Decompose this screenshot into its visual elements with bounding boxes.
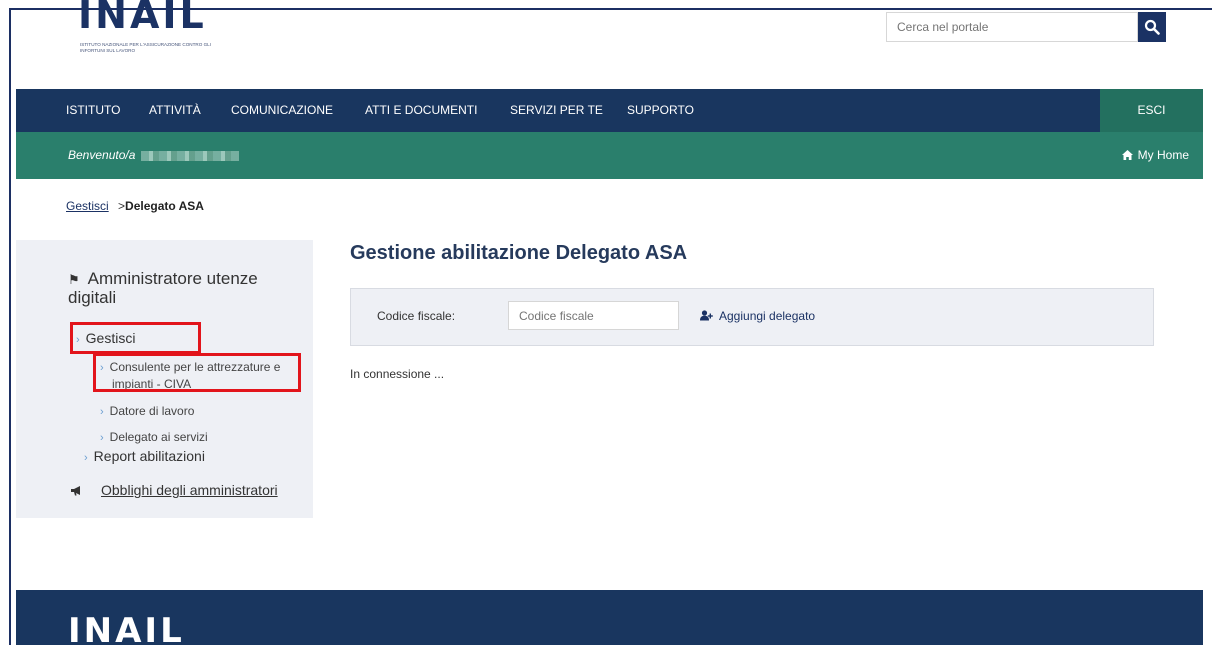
codice-fiscale-panel: Codice fiscale: Aggiungi delegato — [350, 288, 1154, 346]
breadcrumb: Gestisci >Delegato ASA — [66, 199, 204, 213]
user-name-redacted — [141, 150, 240, 161]
sidebar: ⚑ Amministratore utenze digitali › Gestisc… — [16, 240, 313, 518]
sidebar-subitem-delegato[interactable]: › Delegato ai servizi — [100, 429, 208, 446]
breadcrumb-gestisci[interactable]: Gestisci — [66, 199, 109, 213]
sidebar-item-report[interactable]: › Report abilitazioni — [84, 448, 205, 464]
chevron-right-icon: › — [84, 452, 88, 464]
add-user-icon — [700, 310, 713, 321]
sidebar-subitem-datore-label: Datore di lavoro — [109, 404, 195, 418]
my-home-link[interactable]: My Home — [1121, 132, 1189, 179]
status-text: In connessione ... — [350, 367, 445, 381]
nav-item-attivita[interactable]: ATTIVITÀ — [149, 89, 201, 132]
main-nav: ISTITUTO ATTIVITÀ COMUNICAZIONE ATTI E D… — [16, 89, 1100, 132]
search-box — [886, 12, 1138, 42]
page-title: Gestione abilitazione Delegato ASA — [350, 242, 688, 264]
inail-logo[interactable]: INAIL ISTITUTO NAZIONALE PER L'ASSICURAZ… — [78, 0, 238, 68]
home-icon — [1121, 150, 1133, 160]
flag-icon: ⚑ — [68, 272, 80, 287]
sidebar-subitem-delegato-label: Delegato ai servizi — [109, 430, 208, 444]
my-home-label: My Home — [1137, 148, 1189, 162]
sidebar-item-obblighi[interactable]: Obblighi degli amministratori — [70, 482, 278, 498]
sidebar-item-obblighi-label: Obblighi degli amministratori — [101, 482, 278, 498]
megaphone-icon — [71, 486, 80, 496]
sidebar-item-report-label: Report abilitazioni — [93, 448, 205, 464]
sidebar-title: ⚑ Amministratore utenze digitali — [68, 270, 298, 307]
breadcrumb-separator: > — [118, 199, 126, 213]
sidebar-subitem-datore[interactable]: › Datore di lavoro — [100, 403, 194, 420]
codice-fiscale-input[interactable] — [508, 301, 679, 330]
highlight-box-gestisci — [70, 322, 201, 354]
search-input[interactable] — [887, 13, 1137, 41]
highlight-box-civa — [93, 353, 301, 392]
nav-item-comunicazione[interactable]: COMUNICAZIONE — [231, 89, 333, 132]
add-delegate-button[interactable]: Aggiungi delegato — [700, 309, 815, 323]
footer-logo: INAIL — [68, 611, 185, 645]
chevron-right-icon: › — [100, 406, 104, 418]
logo-subtitle: ISTITUTO NAZIONALE PER L'ASSICURAZIONE C… — [80, 42, 211, 53]
logout-button[interactable]: ESCI — [1100, 89, 1203, 132]
add-delegate-label: Aggiungi delegato — [719, 309, 816, 323]
breadcrumb-current: Delegato ASA — [125, 199, 204, 213]
search-icon — [1144, 19, 1160, 35]
welcome-message: Benvenuto/a — [68, 132, 240, 179]
nav-item-servizi-per-te[interactable]: SERVIZI PER TE — [510, 89, 603, 132]
codice-fiscale-label: Codice fiscale: — [377, 309, 456, 323]
welcome-label: Benvenuto/a — [68, 148, 136, 162]
nav-item-supporto[interactable]: SUPPORTO — [627, 89, 694, 132]
chevron-right-icon: › — [100, 432, 104, 444]
nav-item-istituto[interactable]: ISTITUTO — [66, 89, 120, 132]
welcome-bar: Benvenuto/a My Home — [16, 132, 1203, 179]
footer: INAIL — [16, 590, 1203, 645]
sidebar-title-text: Amministratore utenze digitali — [68, 269, 258, 307]
nav-item-atti-e-documenti[interactable]: ATTI E DOCUMENTI — [365, 89, 477, 132]
logo-wordmark: INAIL — [78, 0, 207, 37]
search-button[interactable] — [1138, 12, 1166, 42]
